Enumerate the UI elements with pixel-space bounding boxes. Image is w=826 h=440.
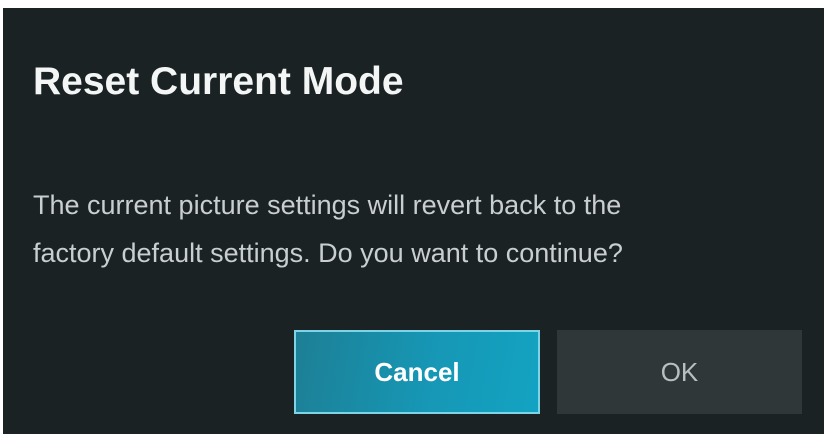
dialog-message-line: The current picture settings will revert… — [33, 190, 622, 220]
ok-button[interactable]: OK — [557, 330, 802, 414]
cancel-button-label: Cancel — [374, 356, 460, 387]
reset-mode-dialog: Reset Current Mode The current picture s… — [3, 8, 824, 434]
dialog-message: The current picture settings will revert… — [33, 181, 793, 277]
cancel-button[interactable]: Cancel — [294, 330, 540, 414]
dialog-title: Reset Current Mode — [33, 60, 404, 103]
dialog-message-line: factory default settings. Do you want to… — [33, 238, 623, 268]
ok-button-label: OK — [660, 356, 699, 387]
